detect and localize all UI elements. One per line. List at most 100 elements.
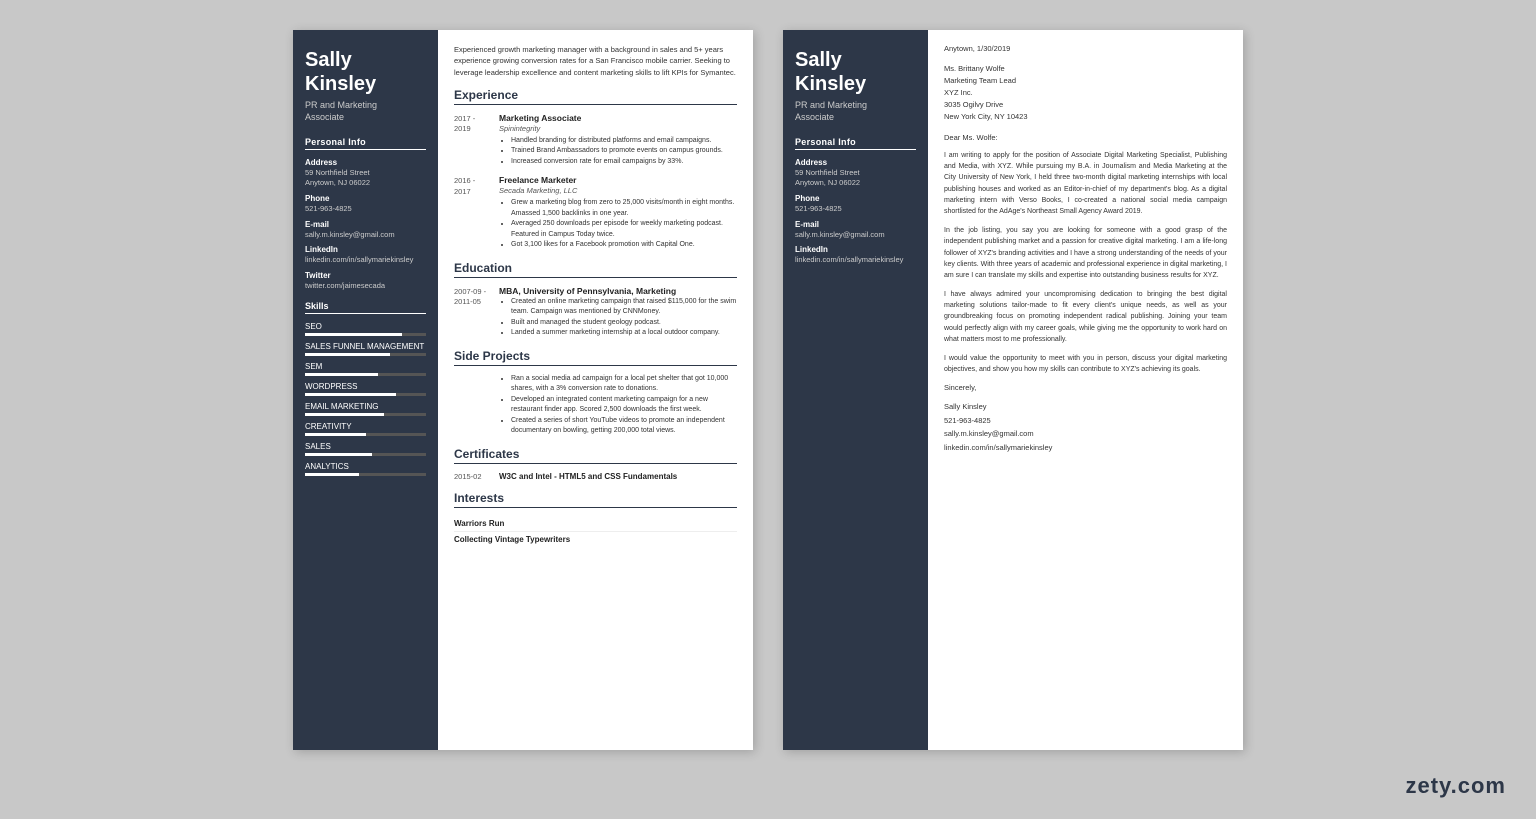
email-label: E-mail [305,220,426,229]
interests-list: Warriors RunCollecting Vintage Typewrite… [454,516,737,547]
bullet-item: Landed a summer marketing internship at … [511,328,737,339]
skill-bar-bg [305,373,426,376]
skill-item: SALES [305,442,426,456]
cover-salutation: Dear Ms. Wolfe: [944,133,1227,142]
education-section: Education 2007-09 -2011-05MBA, Universit… [454,261,737,339]
cover-signature: Sally Kinsley 521-963-4825 sally.m.kinsl… [944,400,1227,454]
cover-email-value: sally.m.kinsley@gmail.com [795,230,916,240]
address-value: 59 Northfield StreetAnytown, NJ 06022 [305,168,426,188]
resume-name: SallyKinsley [305,48,426,96]
skill-name: SEO [305,322,426,331]
cover-recipient: Ms. Brittany Wolfe Marketing Team Lead X… [944,63,1227,123]
bullet-item: Handled branding for distributed platfor… [511,136,737,147]
cover-email-label: E-mail [795,220,916,229]
bullet-item: Averaged 250 downloads per episode for w… [511,219,737,240]
personal-info-heading: Personal Info [305,137,426,150]
skill-item: CREATIVITY [305,422,426,436]
cover-main: Anytown, 1/30/2019 Ms. Brittany Wolfe Ma… [928,30,1243,750]
side-projects-heading: Side Projects [454,349,737,366]
recipient-title: Marketing Team Lead [944,76,1016,85]
entry-body: MBA, University of Pennsylvania, Marketi… [499,286,737,339]
education-heading: Education [454,261,737,278]
skill-name: SALES FUNNEL MANAGEMENT [305,342,426,351]
bullet-item: Trained Brand Ambassadors to promote eve… [511,146,737,157]
interests-heading: Interests [454,491,737,508]
bullet-item: Grew a marketing blog from zero to 25,00… [511,198,737,219]
entry-bullets: Handled branding for distributed platfor… [499,136,737,168]
recipient-company: XYZ Inc. [944,88,973,97]
skill-bar-fill [305,353,390,356]
phone-value: 521-963-4825 [305,204,426,214]
list-item: 2017 -2019Marketing AssociateSpinintegri… [454,113,737,168]
sig-phone: 521-963-4825 [944,414,1227,428]
jobs-list: 2017 -2019Marketing AssociateSpinintegri… [454,113,737,251]
email-value: sally.m.kinsley@gmail.com [305,230,426,240]
entry-bullets: Grew a marketing blog from zero to 25,00… [499,198,737,251]
skill-bar-fill [305,473,359,476]
resume-main: Experienced growth marketing manager wit… [438,30,753,750]
entry-date: 2007-09 -2011-05 [454,286,499,339]
cover-paragraphs: I am writing to apply for the position o… [944,150,1227,375]
cover-phone-label: Phone [795,194,916,203]
certs-list: 2015-02W3C and Intel - HTML5 and CSS Fun… [454,472,737,481]
skill-item: EMAIL MARKETING [305,402,426,416]
skill-bar-fill [305,453,372,456]
skill-name: SEM [305,362,426,371]
cover-paragraph: I have always admired your uncompromisin… [944,289,1227,345]
bullet-item: Created an online marketing campaign tha… [511,297,737,318]
skill-bar-bg [305,433,426,436]
skills-list: SEO SALES FUNNEL MANAGEMENT SEM WORDPRESS EM… [305,322,426,476]
entry-title: Marketing Associate [499,113,737,123]
skill-name: CREATIVITY [305,422,426,431]
resume-title: PR and MarketingAssociate [305,100,426,123]
skill-bar-fill [305,333,402,336]
entry-date: 2016 -2017 [454,175,499,251]
skill-bar-bg [305,353,426,356]
entry-title: MBA, University of Pennsylvania, Marketi… [499,286,737,296]
cover-address-label: Address [795,158,916,167]
side-projects-section: Side Projects Ran a social media ad camp… [454,349,737,437]
linkedin-value: linkedin.com/in/sallymariekinsley [305,255,426,265]
cover-personal-info-heading: Personal Info [795,137,916,150]
recipient-address: 3035 Ogilvy Drive [944,100,1003,109]
entry-org: Spinintegrity [499,124,737,133]
entry-bullets: Ran a social media ad campaign for a loc… [499,374,737,437]
list-item: 2007-09 -2011-05MBA, University of Penns… [454,286,737,339]
skill-item: WORDPRESS [305,382,426,396]
skill-item: SEM [305,362,426,376]
entry-body: Freelance MarketerSecada Marketing, LLCG… [499,175,737,251]
linkedin-label: LinkedIn [305,245,426,254]
experience-heading: Experience [454,88,737,105]
zety-watermark: zety.com [1405,773,1506,799]
skill-bar-bg [305,473,426,476]
entry-title: Freelance Marketer [499,175,737,185]
entry-body: Ran a social media ad campaign for a loc… [499,374,737,437]
cover-title: PR and MarketingAssociate [795,100,916,123]
bullet-item: Built and managed the student geology po… [511,318,737,329]
bullet-item: Increased conversion rate for email camp… [511,157,737,168]
interests-section: Interests Warriors RunCollecting Vintage… [454,491,737,547]
certificates-section: Certificates 2015-02W3C and Intel - HTML… [454,447,737,481]
list-item: Ran a social media ad campaign for a loc… [454,374,737,437]
entry-body: Marketing AssociateSpinintegrity Handled … [499,113,737,168]
recipient-name: Ms. Brittany Wolfe [944,64,1005,73]
skill-bar-bg [305,393,426,396]
resume-document: SallyKinsley PR and MarketingAssociate P… [293,30,753,750]
sig-linkedin: linkedin.com/in/sallymariekinsley [944,441,1227,455]
cover-paragraph: In the job listing, you say you are look… [944,225,1227,281]
skill-name: SALES [305,442,426,451]
twitter-label: Twitter [305,271,426,280]
phone-label: Phone [305,194,426,203]
skill-name: ANALYTICS [305,462,426,471]
bullet-item: Ran a social media ad campaign for a loc… [511,374,737,395]
experience-section: Experience 2017 -2019Marketing Associate… [454,88,737,251]
cover-sidebar: SallyKinsley PR and MarketingAssociate P… [783,30,928,750]
interest-item: Warriors Run [454,516,737,532]
cover-closing: Sincerely, [944,383,1227,392]
skill-item: SEO [305,322,426,336]
cert-title: W3C and Intel - HTML5 and CSS Fundamenta… [499,472,677,481]
sig-name: Sally Kinsley [944,400,1227,414]
skill-bar-fill [305,433,366,436]
list-item: 2016 -2017Freelance MarketerSecada Marke… [454,175,737,251]
bullet-item: Developed an integrated content marketin… [511,395,737,416]
